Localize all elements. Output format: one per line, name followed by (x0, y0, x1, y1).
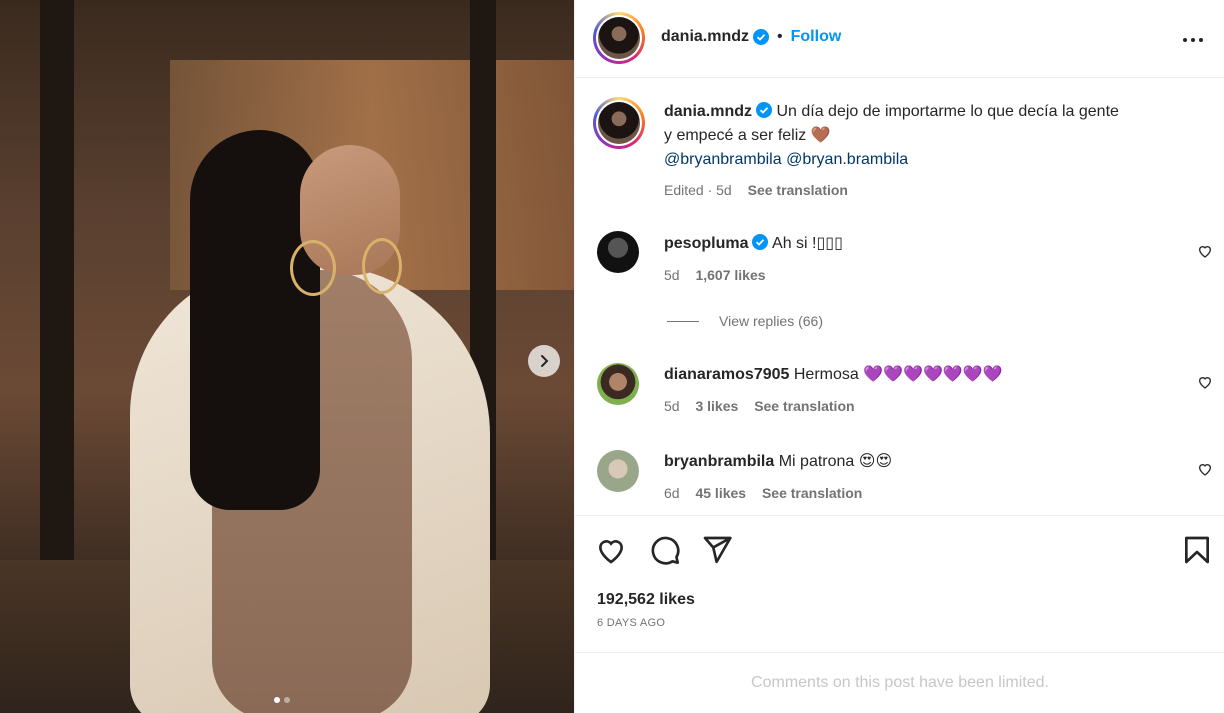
photo-earring (290, 240, 336, 296)
chevron-right-icon (541, 355, 549, 367)
follow-button[interactable]: Follow (791, 28, 842, 46)
post-sidebar: dania.mndz • Follow dania.mndz Un día de… (574, 0, 1224, 713)
caption-line-1: Un día dejo de importarme lo que decía l… (776, 103, 1119, 120)
caption-text: dania.mndz Un día dejo de importarme lo … (664, 100, 1119, 172)
comment-item: bryanbrambila Mi patrona 😍😍 6d 45 likes … (575, 448, 1224, 518)
comment-text: dianaramos7905 Hermosa 💜💜💜💜💜💜💜 (664, 363, 1003, 387)
caption-username[interactable]: dania.mndz (664, 103, 752, 120)
commenter-avatar[interactable] (597, 450, 639, 492)
comment-age: 5d (664, 267, 680, 283)
comment-likes[interactable]: 1,607 likes (695, 267, 765, 283)
heart-icon[interactable] (1197, 243, 1213, 259)
header-user: dania.mndz • Follow (661, 28, 841, 46)
commenter-username[interactable]: dianaramos7905 (664, 366, 789, 383)
see-translation-link[interactable]: See translation (748, 182, 848, 198)
post-header: dania.mndz • Follow (575, 0, 1224, 78)
verified-icon (753, 29, 770, 45)
mention-link[interactable]: @bryan.brambila (786, 151, 908, 168)
likes-count[interactable]: 192,562 likes (597, 591, 695, 609)
post-media[interactable] (0, 0, 574, 713)
commenter-avatar[interactable] (597, 231, 639, 273)
comment-likes[interactable]: 3 likes (695, 398, 738, 414)
comment-icon[interactable] (649, 534, 681, 566)
comment-body: Ah si !▯▯▯ (772, 235, 843, 252)
commenter-avatar[interactable] (597, 363, 639, 405)
commenter-username[interactable]: pesopluma (664, 235, 748, 252)
post-actions: 192,562 likes 6 DAYS AGO (575, 515, 1224, 645)
caption: dania.mndz Un día dejo de importarme lo … (575, 79, 1224, 209)
caption-avatar[interactable] (593, 97, 645, 149)
view-replies-label: View replies (66) (719, 313, 824, 329)
caption-meta: Edited · 5d See translation (664, 182, 860, 198)
more-icon[interactable] (1181, 28, 1205, 52)
bookmark-icon[interactable] (1181, 534, 1213, 566)
carousel-dot (284, 697, 290, 703)
comment-meta: 5d 1,607 likes (664, 267, 778, 283)
comment-age: 6d (664, 485, 680, 501)
see-translation-link[interactable]: See translation (762, 485, 862, 501)
separator: • (777, 28, 783, 45)
commenter-username[interactable]: bryanbrambila (664, 453, 774, 470)
photo-earring (362, 238, 402, 294)
comment-meta: 5d 3 likes See translation (664, 398, 867, 414)
see-translation-link[interactable]: See translation (754, 398, 854, 414)
caption-edited: Edited · 5d (664, 182, 732, 198)
comment-text: pesopluma Ah si !▯▯▯ (664, 232, 843, 256)
verified-icon (752, 234, 769, 250)
comment-age: 5d (664, 398, 680, 414)
heart-icon[interactable] (1197, 374, 1213, 390)
author-avatar[interactable] (593, 12, 645, 64)
mention-link[interactable]: @bryanbrambila (664, 151, 782, 168)
heart-icon[interactable] (1197, 461, 1213, 477)
heart-icon[interactable] (595, 534, 627, 566)
author-username[interactable]: dania.mndz (661, 28, 749, 46)
comment-body: Mi patrona 😍😍 (778, 453, 893, 470)
comment-body: Hermosa 💜💜💜💜💜💜💜 (793, 366, 1003, 383)
carousel-dot-active (274, 697, 280, 703)
comments-limited-notice: Comments on this post have been limited. (575, 652, 1224, 713)
caption-line-2: y empecé a ser feliz 🤎 (664, 127, 831, 144)
comment-item: pesopluma Ah si !▯▯▯ 5d 1,607 likes View… (575, 229, 1224, 329)
verified-icon (756, 102, 773, 118)
comment-meta: 6d 45 likes See translation (664, 485, 874, 501)
carousel-indicator (274, 697, 290, 703)
comment-item: dianaramos7905 Hermosa 💜💜💜💜💜💜💜 5d 3 like… (575, 361, 1224, 431)
replies-line (667, 320, 699, 322)
share-icon[interactable] (701, 534, 733, 566)
comment-text: bryanbrambila Mi patrona 😍😍 (664, 450, 892, 474)
comment-likes[interactable]: 45 likes (695, 485, 746, 501)
view-replies-button[interactable]: View replies (66) (667, 313, 823, 329)
post-date: 6 DAYS AGO (597, 617, 666, 629)
next-slide-button[interactable] (528, 345, 560, 377)
background-tree (40, 0, 74, 560)
